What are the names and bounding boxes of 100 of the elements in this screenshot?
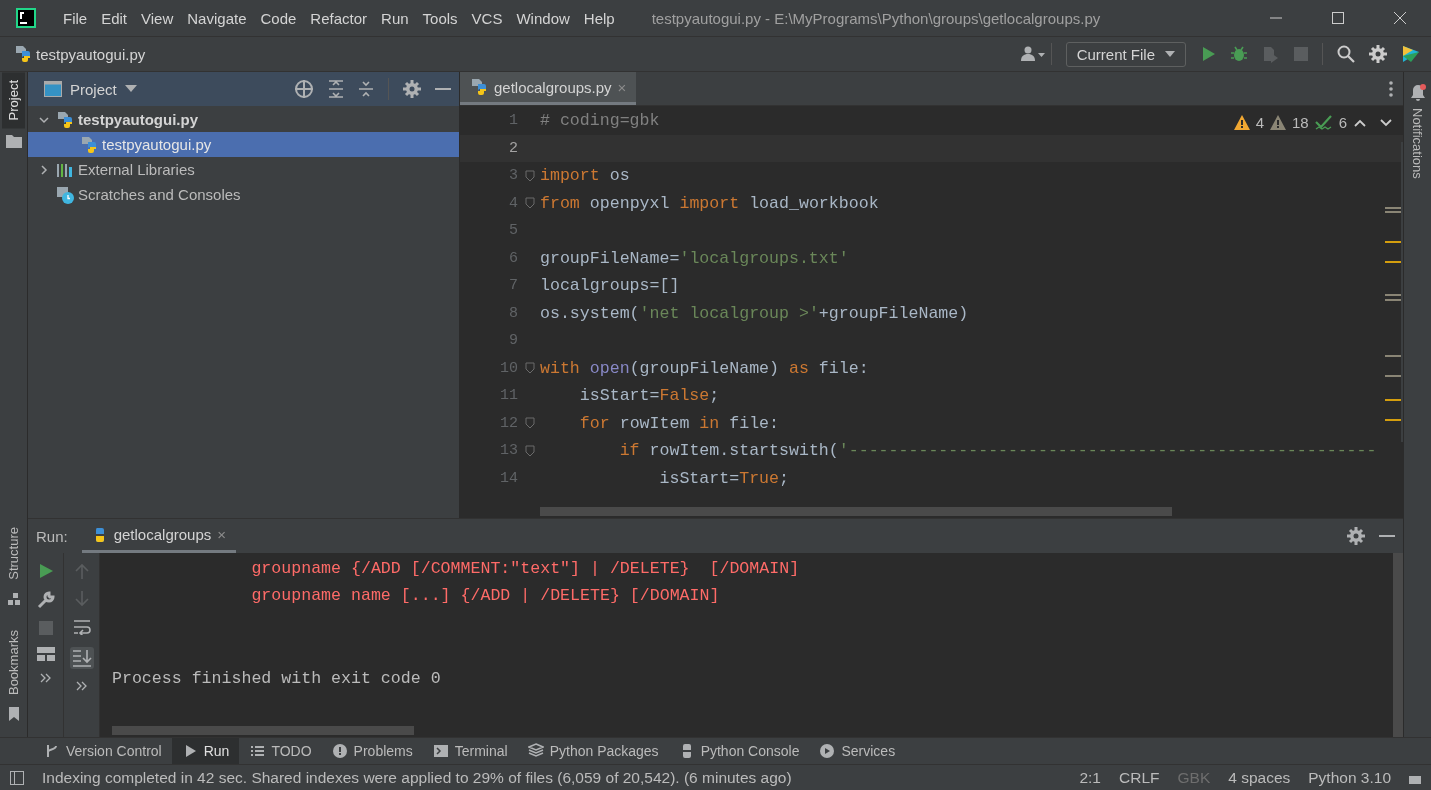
menu-item[interactable]: Tools	[415, 6, 465, 30]
tool-window-tab[interactable]: Python Packages	[517, 738, 669, 764]
close-icon[interactable]	[1393, 11, 1407, 25]
exclamation-icon	[331, 743, 348, 759]
run-icon[interactable]	[1200, 46, 1216, 62]
settings-icon[interactable]	[1369, 45, 1387, 63]
menu-item[interactable]: Window	[509, 6, 577, 30]
line-number: 6	[508, 249, 519, 267]
menu-item[interactable]: VCS	[464, 6, 510, 30]
tool-window-tab[interactable]: Notifications	[1406, 102, 1429, 185]
scrollbar[interactable]	[540, 507, 1172, 516]
status-message[interactable]: Indexing completed in 42 sec. Shared indexes were applied to 29% of files (6,059 of 20,542). (6 minutes ago)	[42, 769, 1062, 787]
line-number: 12	[499, 414, 519, 432]
expand-all-icon[interactable]	[328, 80, 344, 98]
menu-item[interactable]: Code	[253, 6, 304, 30]
fold-icon[interactable]	[525, 417, 535, 430]
folder-icon[interactable]	[5, 134, 22, 149]
scratches-clock-icon	[56, 185, 74, 204]
tool-window-tab[interactable]: Structure	[2, 519, 25, 588]
code-line: isStart=False;	[578, 386, 720, 406]
more-icon[interactable]	[1389, 80, 1393, 97]
menu-item[interactable]: Run	[374, 6, 416, 30]
search-icon[interactable]	[1337, 45, 1355, 63]
locate-icon[interactable]	[294, 79, 314, 99]
code-line: os.system('net localgroup >'+groupFileName)	[540, 303, 969, 323]
list-icon	[249, 743, 266, 759]
warning-count[interactable]: 4	[1255, 114, 1264, 131]
code-line: localgroups=[]	[540, 276, 680, 296]
fold-icon[interactable]	[525, 197, 535, 210]
menu-item[interactable]: View	[134, 6, 181, 30]
scrollbar[interactable]	[1393, 553, 1403, 737]
editor-tab[interactable]: getlocalgroups.py ×	[460, 72, 637, 105]
status-item[interactable]: Python 3.10	[1308, 769, 1391, 787]
tree-item[interactable]: External Libraries	[28, 157, 459, 182]
tool-window-tab[interactable]: Version Control	[34, 738, 172, 764]
code-line: if rowItem.startswith('-----------------------------------------------------	[618, 441, 1377, 461]
line-number: 5	[508, 222, 519, 240]
chevron-right-icon[interactable]	[38, 163, 50, 176]
settings-icon[interactable]	[403, 80, 421, 98]
console-line: Process finished with exit code 0	[112, 668, 442, 690]
menu-item[interactable]: Navigate	[180, 6, 254, 30]
bug-icon[interactable]	[1230, 45, 1248, 63]
tool-window-tab[interactable]: Python Console	[668, 738, 810, 764]
settings-icon[interactable]	[1347, 527, 1365, 545]
panel-title[interactable]: Project	[70, 80, 117, 98]
layout-icon[interactable]	[36, 647, 55, 661]
tool-window-tab[interactable]: TODO	[239, 738, 322, 764]
run-config-dropdown[interactable]: Current File	[1065, 41, 1186, 67]
fold-icon[interactable]	[525, 362, 535, 375]
maximize-icon[interactable]	[1331, 11, 1345, 25]
menu-item[interactable]: Help	[576, 6, 622, 30]
scrollbar[interactable]	[112, 726, 414, 735]
caret-icon	[1165, 51, 1175, 57]
dropdown-caret-icon[interactable]	[124, 85, 137, 93]
more-icon[interactable]	[39, 673, 52, 683]
weak-warning-icon	[1269, 115, 1286, 130]
code-line: for rowItem in file:	[578, 413, 779, 433]
line-number: 14	[499, 469, 519, 487]
structure-icon[interactable]	[6, 591, 21, 606]
console-line: groupname {/ADD [/COMMENT:"text"] | /DELETE} [/DOMAIN]	[250, 558, 801, 580]
tree-item[interactable]: Scratches and Consoles	[28, 182, 459, 207]
notification-bell-icon[interactable]	[1409, 84, 1426, 102]
scroll-to-end-icon[interactable]	[71, 649, 92, 667]
tool-window-tab[interactable]: Problems	[321, 738, 423, 764]
status-item[interactable]: 4 spaces	[1228, 769, 1291, 787]
bookmark-icon[interactable]	[7, 707, 20, 721]
menu-item[interactable]: Refactor	[303, 6, 375, 30]
status-item[interactable]: CRLF	[1119, 769, 1160, 787]
chevron-down-icon[interactable]	[1379, 117, 1393, 128]
library-bars-icon	[56, 161, 74, 178]
toolbox-logo-icon[interactable]	[1401, 44, 1421, 64]
fold-icon[interactable]	[525, 169, 535, 182]
console-line: groupname name [...] {/ADD | /DELETE} [/DOMAIN]	[250, 585, 721, 607]
tool-window-tab[interactable]: Run	[171, 738, 240, 764]
wrench-icon[interactable]	[36, 591, 55, 609]
code-line: from openpyxl import load_workbook	[540, 193, 879, 213]
tool-window-tab[interactable]: Project	[2, 72, 25, 129]
terminal-icon	[432, 743, 449, 759]
line-number: 9	[508, 332, 519, 350]
tool-window-tab[interactable]: Terminal	[422, 738, 518, 764]
tool-window-tab[interactable]: Bookmarks	[2, 621, 25, 703]
line-number: 11	[499, 387, 519, 405]
more-icon[interactable]	[75, 681, 88, 691]
typo-count[interactable]: 6	[1338, 114, 1347, 131]
tool-window-tab[interactable]: Services	[809, 738, 906, 764]
weak-warning-count[interactable]: 18	[1291, 114, 1309, 131]
tree-item[interactable]: testpyautogui.py	[28, 132, 459, 157]
menu-item[interactable]: File	[56, 6, 95, 30]
breadcrumb[interactable]: testpyautogui.py	[36, 45, 1017, 63]
status-item[interactable]: 2:1	[1079, 769, 1101, 787]
user-dropdown-icon[interactable]	[1020, 46, 1047, 62]
collapse-all-icon[interactable]	[358, 80, 374, 98]
tree-item[interactable]: testpyautogui.py	[28, 107, 459, 132]
close-icon[interactable]: ×	[217, 526, 227, 543]
window-icon	[44, 81, 62, 97]
chevron-up-icon[interactable]	[1353, 117, 1367, 128]
fold-icon[interactable]	[525, 444, 535, 457]
menu-item[interactable]: Edit	[94, 6, 135, 30]
soft-wrap-icon[interactable]	[72, 619, 91, 635]
rerun-icon[interactable]	[37, 563, 54, 579]
